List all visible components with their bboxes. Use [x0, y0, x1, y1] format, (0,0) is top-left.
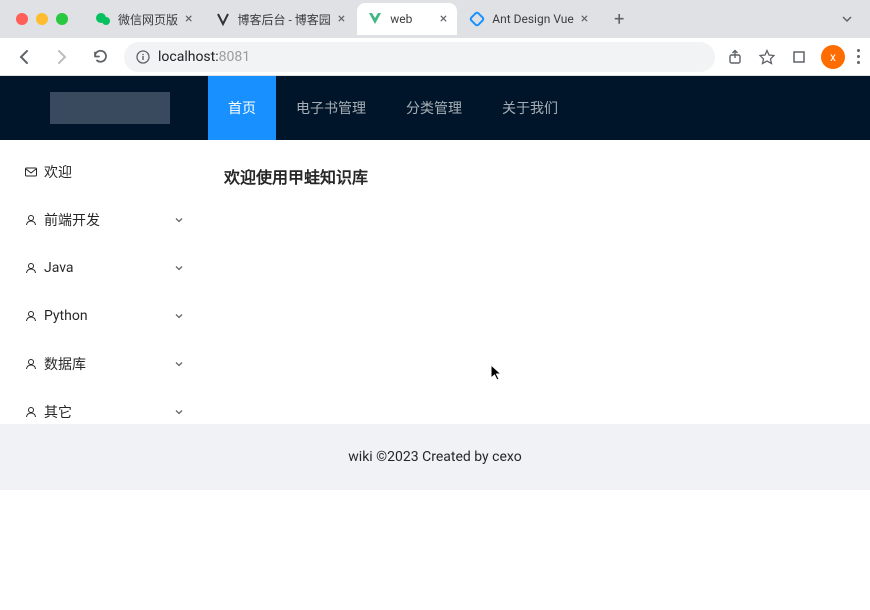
app-header: 首页 电子书管理 分类管理 关于我们	[0, 76, 870, 140]
browser-tab-bar: 微信网页版 × 博客后台 - 博客园 × web × Ant Design Vu…	[0, 0, 870, 38]
welcome-title: 欢迎使用甲蛙知识库	[224, 164, 846, 188]
sidebar-item-label: 前端开发	[44, 210, 174, 230]
chevron-down-icon	[174, 311, 184, 321]
antd-icon	[469, 11, 485, 27]
logo-placeholder	[50, 92, 170, 124]
user-icon	[24, 405, 38, 419]
url-text: localhost:8081	[158, 49, 250, 65]
tab-title: 博客后台 - 博客园	[238, 11, 331, 28]
browser-tab-cnblogs[interactable]: 博客后台 - 博客园 ×	[205, 3, 356, 35]
wechat-icon	[95, 11, 111, 27]
chevron-down-icon	[174, 407, 184, 417]
cnblogs-icon	[215, 11, 231, 27]
close-tab-icon[interactable]: ×	[581, 12, 588, 26]
nav-item-ebook[interactable]: 电子书管理	[276, 76, 386, 140]
profile-avatar[interactable]: x	[821, 45, 845, 69]
browser-tab-web[interactable]: web ×	[357, 3, 457, 35]
nav-item-category[interactable]: 分类管理	[386, 76, 482, 140]
tab-title: 微信网页版	[118, 11, 178, 28]
sidebar-item-java[interactable]: Java	[0, 244, 200, 292]
mail-icon	[24, 165, 38, 179]
browser-address-bar: localhost:8081 x	[0, 38, 870, 76]
sidebar-item-label: 数据库	[44, 354, 174, 374]
chevron-down-icon	[174, 359, 184, 369]
close-tab-icon[interactable]: ×	[185, 12, 192, 26]
reload-button[interactable]	[86, 43, 114, 71]
chevron-down-icon	[174, 263, 184, 273]
browser-tab-wechat[interactable]: 微信网页版 ×	[85, 3, 203, 35]
bookmark-icon[interactable]	[757, 49, 777, 65]
close-window-button[interactable]	[16, 13, 28, 25]
maximize-window-button[interactable]	[56, 13, 68, 25]
user-icon	[24, 261, 38, 275]
nav-item-about[interactable]: 关于我们	[482, 76, 578, 140]
tab-overflow-button[interactable]	[840, 12, 854, 26]
new-tab-button[interactable]: +	[605, 5, 633, 33]
sidebar-item-welcome[interactable]: 欢迎	[0, 148, 200, 196]
sidebar-item-other[interactable]: 其它	[0, 388, 200, 436]
url-input[interactable]: localhost:8081	[124, 42, 715, 72]
chevron-down-icon	[174, 215, 184, 225]
user-icon	[24, 357, 38, 371]
main-content: 欢迎使用甲蛙知识库	[200, 140, 870, 424]
browser-tab-antd[interactable]: Ant Design Vue ×	[459, 3, 598, 35]
close-tab-icon[interactable]: ×	[338, 12, 345, 26]
sidebar-item-label: 其它	[44, 402, 174, 422]
forward-button[interactable]	[48, 43, 76, 71]
sidebar-item-label: Python	[44, 308, 174, 324]
window-controls	[16, 13, 68, 25]
sidebar-item-frontend[interactable]: 前端开发	[0, 196, 200, 244]
nav-menu: 首页 电子书管理 分类管理 关于我们	[208, 76, 578, 140]
sidebar-item-label: 欢迎	[44, 162, 184, 182]
app-body: 欢迎 前端开发 Java Python 数据库 其它 欢迎使用甲蛙知识	[0, 140, 870, 424]
browser-menu-button[interactable]	[857, 49, 860, 64]
user-icon	[24, 213, 38, 227]
extensions-icon[interactable]	[789, 49, 809, 65]
share-icon[interactable]	[725, 49, 745, 65]
sidebar: 欢迎 前端开发 Java Python 数据库 其它	[0, 140, 200, 424]
minimize-window-button[interactable]	[36, 13, 48, 25]
sidebar-item-database[interactable]: 数据库	[0, 340, 200, 388]
user-icon	[24, 309, 38, 323]
back-button[interactable]	[10, 43, 38, 71]
sidebar-item-label: Java	[44, 260, 174, 276]
sidebar-item-python[interactable]: Python	[0, 292, 200, 340]
site-info-icon[interactable]	[136, 50, 150, 64]
tab-title: Ant Design Vue	[492, 12, 574, 26]
tab-title: web	[390, 12, 433, 26]
vue-icon	[367, 11, 383, 27]
nav-item-home[interactable]: 首页	[208, 76, 276, 140]
close-tab-icon[interactable]: ×	[440, 12, 447, 26]
footer-text: wiki ©2023 Created by cexo	[348, 449, 521, 465]
